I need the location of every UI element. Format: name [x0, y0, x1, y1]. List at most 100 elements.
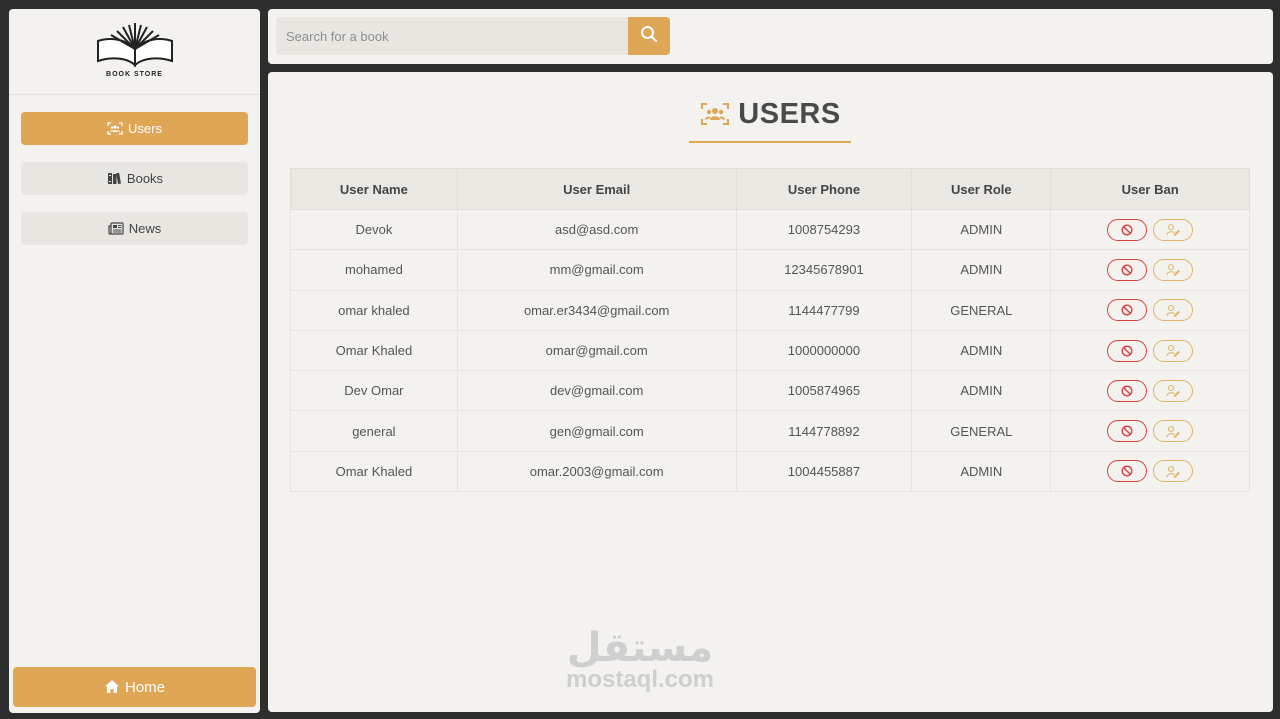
cell-name: Dev Omar: [290, 370, 458, 412]
cell-actions: [1050, 370, 1250, 412]
main-content: USERS User Name User Email User Phone Us…: [268, 72, 1273, 712]
cell-phone: 1004455887: [735, 450, 913, 493]
header-user-email: User Email: [456, 168, 737, 210]
header-user-phone: User Phone: [735, 168, 913, 210]
cell-phone: 1005874965: [735, 370, 913, 412]
user-edit-icon: [1166, 224, 1181, 237]
sidebar: BOOK STORE Users Books News Home: [9, 9, 260, 713]
cell-role: ADMIN: [911, 208, 1052, 251]
edit-user-role-button[interactable]: [1153, 299, 1194, 322]
home-button[interactable]: Home: [13, 667, 256, 707]
search-input[interactable]: [276, 17, 628, 55]
cell-email: omar.er3434@gmail.com: [456, 289, 737, 331]
users-icon: [700, 102, 730, 128]
search-button[interactable]: [628, 17, 670, 55]
watermark: مستقل mostaql.com: [560, 628, 720, 692]
cell-actions: [1050, 289, 1250, 331]
edit-user-role-button[interactable]: [1153, 339, 1194, 362]
ban-user-button[interactable]: [1107, 299, 1148, 322]
cell-actions: [1050, 410, 1250, 452]
table-row: Omar Khaled omar.2003@gmail.com 1004455887…: [290, 450, 1250, 493]
cell-email: asd@asd.com: [456, 208, 737, 251]
ban-user-button[interactable]: [1107, 379, 1148, 402]
cell-phone: 1144477799: [735, 289, 913, 331]
header-user-name: User Name: [290, 168, 458, 210]
edit-user-role-button[interactable]: [1153, 218, 1194, 241]
ban-user-button[interactable]: [1107, 218, 1148, 241]
cell-actions: [1050, 329, 1250, 372]
cell-name: omar khaled: [290, 289, 458, 331]
ban-user-button[interactable]: [1107, 460, 1148, 483]
cell-email: gen@gmail.com: [456, 410, 737, 452]
newspaper-icon: [108, 222, 124, 236]
sidebar-item-label: Users: [128, 121, 162, 136]
top-bar: [268, 9, 1273, 64]
cell-name: Omar Khaled: [290, 450, 458, 493]
ban-icon: [1121, 304, 1133, 316]
user-edit-icon: [1166, 425, 1181, 438]
cell-phone: 12345678901: [735, 249, 913, 291]
cell-name: mohamed: [290, 249, 458, 291]
cell-email: omar@gmail.com: [456, 329, 737, 372]
cell-role: ADMIN: [911, 329, 1052, 372]
cell-role: ADMIN: [911, 249, 1052, 291]
page-title-text: USERS: [738, 98, 841, 130]
ban-user-button[interactable]: [1107, 420, 1148, 443]
home-icon: [104, 679, 120, 695]
books-icon: [106, 172, 122, 186]
cell-actions: [1050, 450, 1250, 493]
ban-icon: [1121, 345, 1133, 357]
cell-email: dev@gmail.com: [456, 370, 737, 412]
cell-phone: 1008754293: [735, 208, 913, 251]
user-edit-icon: [1166, 264, 1181, 277]
ban-user-button[interactable]: [1107, 258, 1148, 281]
title-underline: [689, 141, 851, 143]
cell-actions: [1050, 208, 1250, 251]
users-table: User Name User Email User Phone User Rol…: [290, 168, 1250, 493]
cell-role: GENERAL: [911, 410, 1052, 452]
cell-name: Omar Khaled: [290, 329, 458, 372]
table-row: mohamed mm@gmail.com 12345678901 ADMIN: [290, 249, 1250, 291]
user-edit-icon: [1166, 465, 1181, 478]
ban-icon: [1121, 224, 1133, 236]
ban-icon: [1121, 264, 1133, 276]
cell-actions: [1050, 249, 1250, 291]
ban-user-button[interactable]: [1107, 339, 1148, 362]
sidebar-item-books[interactable]: Books: [21, 162, 248, 195]
logo[interactable]: BOOK STORE: [9, 9, 260, 95]
ban-icon: [1121, 465, 1133, 477]
cell-role: GENERAL: [911, 289, 1052, 331]
sidebar-item-news[interactable]: News: [21, 212, 248, 245]
page-title: USERS: [268, 98, 1273, 131]
table-row: Dev Omar dev@gmail.com 1005874965 ADMIN: [290, 370, 1250, 412]
sidebar-item-users[interactable]: Users: [21, 112, 248, 145]
watermark-arabic: مستقل: [566, 625, 714, 671]
edit-user-role-button[interactable]: [1153, 420, 1194, 443]
cell-role: ADMIN: [911, 370, 1052, 412]
user-edit-icon: [1166, 304, 1181, 317]
table-row: Devok asd@asd.com 1008754293 ADMIN: [290, 208, 1250, 251]
ban-icon: [1121, 425, 1133, 437]
edit-user-role-button[interactable]: [1153, 379, 1194, 402]
search-icon: [640, 25, 658, 48]
user-edit-icon: [1166, 344, 1181, 358]
watermark-latin: mostaql.com: [565, 666, 715, 693]
cell-role: ADMIN: [911, 450, 1052, 493]
book-store-logo-icon: [96, 23, 173, 68]
user-edit-icon: [1166, 385, 1181, 398]
header-user-ban: User Ban: [1050, 168, 1250, 210]
cell-phone: 1144778892: [735, 410, 913, 452]
sidebar-item-label: News: [128, 221, 162, 236]
header-user-role: User Role: [911, 168, 1052, 210]
table-header-row: User Name User Email User Phone User Rol…: [290, 168, 1250, 210]
cell-name: Devok: [290, 208, 458, 251]
edit-user-role-button[interactable]: [1153, 258, 1194, 281]
cell-email: omar.2003@gmail.com: [456, 450, 737, 493]
table-row: Omar Khaled omar@gmail.com 1000000000 ADMIN: [290, 329, 1250, 372]
sidebar-item-label: Books: [126, 171, 164, 186]
home-button-label: Home: [124, 678, 165, 696]
logo-text: BOOK STORE: [106, 71, 163, 78]
cell-phone: 1000000000: [735, 329, 913, 372]
ban-icon: [1121, 385, 1133, 397]
edit-user-role-button[interactable]: [1153, 460, 1194, 483]
